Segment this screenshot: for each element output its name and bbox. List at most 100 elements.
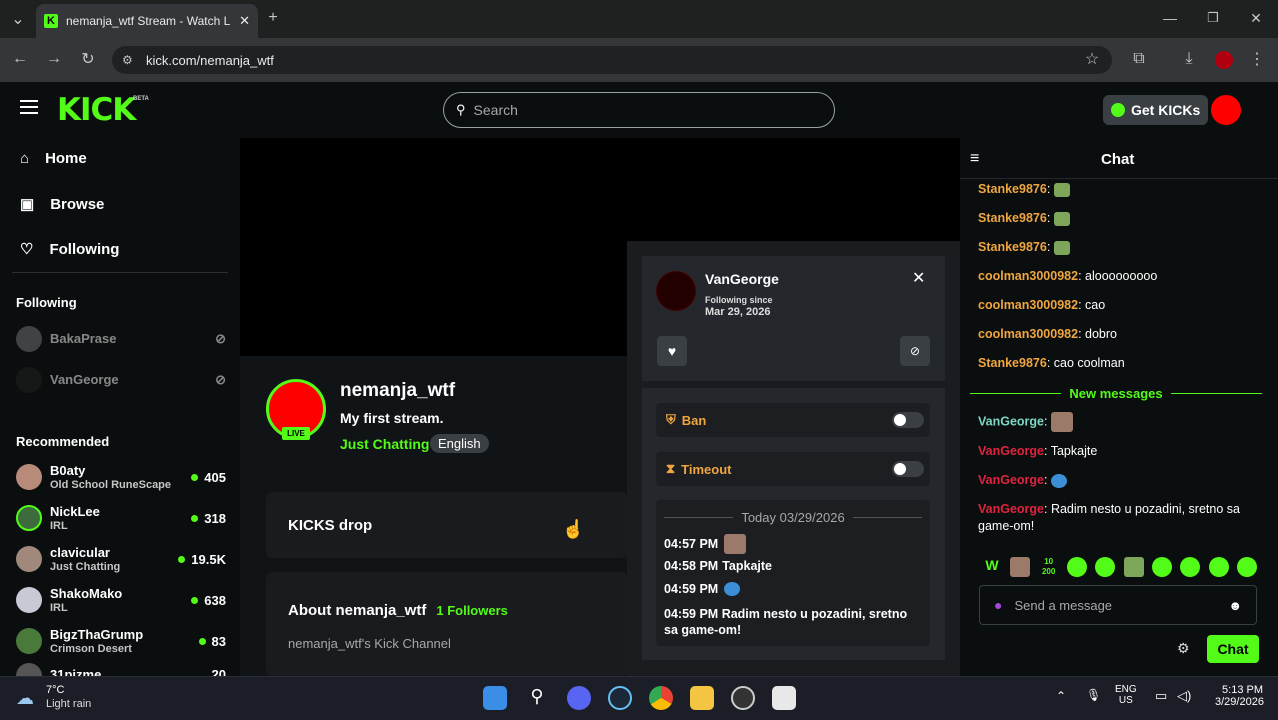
emote-soccer-icon[interactable] — [1151, 557, 1172, 577]
language-tag[interactable]: English — [430, 434, 489, 453]
extensions-icon[interactable]: ⧉ — [1127, 47, 1151, 71]
language-indicator[interactable]: ENG US — [1115, 684, 1137, 706]
history-message: 04:58 PM Tapkajte — [664, 559, 772, 573]
chat-username[interactable]: Stanke9876 — [978, 211, 1047, 225]
recommended-section-title: Recommended — [16, 434, 110, 449]
emote-face-icon[interactable] — [1010, 557, 1031, 577]
recommended-channel[interactable]: 31pizme 20 — [16, 663, 226, 676]
app-icon[interactable] — [731, 686, 755, 710]
close-icon[interactable]: ✕ — [912, 268, 925, 288]
microphone-icon[interactable]: ● — [994, 597, 1002, 613]
recommended-channel[interactable]: clavicular Just Chatting 19.5K — [16, 540, 226, 578]
downloads-icon[interactable]: ⤓ — [1177, 47, 1201, 71]
collapse-chat-icon[interactable]: ≡ — [970, 150, 979, 168]
follow-heart-button[interactable]: ♥ — [657, 336, 687, 366]
chat-username[interactable]: VanGeorge — [978, 414, 1044, 428]
ban-toggle[interactable] — [892, 412, 924, 428]
sidebar-item-following[interactable]: ♡ Following — [20, 240, 119, 259]
reload-icon[interactable]: ↻ — [76, 47, 100, 71]
emote-1000-icon[interactable]: 10 200 — [1039, 557, 1059, 577]
following-channel[interactable]: BakaPrase ⊘ — [16, 320, 226, 358]
timeout-toggle[interactable] — [892, 461, 924, 477]
emote-smile-icon[interactable] — [1066, 557, 1087, 577]
clock-date: 3/29/2026 — [1215, 696, 1264, 708]
address-bar[interactable]: ⚙ kick.com/nemanja_wtf — [112, 46, 1112, 74]
kick-logo[interactable]: KICK — [57, 93, 136, 127]
get-kicks-label: Get KICKs — [1131, 102, 1201, 118]
volume-icon[interactable]: ◁) — [1177, 688, 1191, 704]
ban-row[interactable]: ⛨ Ban — [656, 403, 930, 437]
lang-top: ENG — [1115, 684, 1137, 695]
emote-headphones-icon[interactable] — [1208, 557, 1229, 577]
clock[interactable]: 5:13 PM 3/29/2026 — [1215, 684, 1264, 708]
chat-username[interactable]: Stanke9876 — [978, 182, 1047, 196]
windows-start-icon[interactable] — [483, 686, 507, 710]
tab-list-icon[interactable]: ⌄ — [6, 7, 30, 31]
channel-name: 31pizme — [50, 667, 102, 676]
mute-user-button[interactable]: ⊘ — [900, 336, 930, 366]
recommended-channel[interactable]: ShakoMako IRL 638 — [16, 581, 226, 619]
forward-icon[interactable]: → — [42, 47, 66, 71]
browser-tab[interactable]: K nemanja_wtf Stream - Watch Li ✕ — [36, 4, 258, 38]
restore-icon[interactable]: ❐ — [1201, 6, 1225, 30]
chat-message-input[interactable]: ● Send a message ☻ — [979, 585, 1257, 625]
user-avatar[interactable] — [1211, 95, 1241, 125]
timeout-row[interactable]: ⧗ Timeout — [656, 452, 930, 486]
emote-cup-icon[interactable] — [1095, 557, 1116, 577]
emote-ghost-icon[interactable] — [1236, 557, 1257, 577]
minimize-icon[interactable]: — — [1158, 6, 1182, 30]
weather-cloud-icon[interactable]: ☁ — [16, 688, 34, 709]
emote-face-icon — [1050, 412, 1073, 432]
weather-temperature[interactable]: 7°C — [46, 684, 64, 696]
new-tab-icon[interactable]: + — [261, 6, 285, 30]
show-hidden-icons-icon[interactable]: ⌃ — [1056, 689, 1066, 703]
new-messages-divider[interactable]: New messages — [970, 385, 1263, 401]
following-channel[interactable]: VanGeorge ⊘ — [16, 361, 226, 399]
chat-username[interactable]: coolman3000982 — [978, 269, 1078, 283]
taskbar-search-icon[interactable]: ⚲ — [525, 686, 549, 710]
chat-username[interactable]: Stanke9876 — [978, 240, 1047, 254]
search-input[interactable]: ⚲ Search — [443, 92, 835, 128]
channel-name: ShakoMako — [50, 586, 123, 601]
sidebar-item-browse[interactable]: ▣ Browse — [20, 195, 104, 214]
emoji-icon[interactable]: ☻ — [1228, 598, 1242, 613]
recommended-channel[interactable]: BigzThaGrump Crimson Desert 83 — [16, 622, 226, 660]
send-chat-button[interactable]: Chat — [1207, 635, 1259, 663]
close-window-icon[interactable]: ✕ — [1244, 6, 1268, 30]
emote-frog-icon[interactable] — [1123, 557, 1144, 577]
emote-grin-icon[interactable] — [1180, 557, 1201, 577]
chat-username[interactable]: Stanke9876 — [978, 356, 1047, 370]
search-icon: ⚲ — [456, 102, 466, 117]
bookmark-star-icon[interactable]: ☆ — [1080, 47, 1104, 71]
network-icon[interactable]: ▭ — [1155, 688, 1167, 704]
chat-username[interactable]: coolman3000982 — [978, 298, 1078, 312]
recommended-channel[interactable]: NickLee IRL 318 — [16, 499, 226, 537]
emote-icon — [1053, 211, 1070, 226]
chat-username[interactable]: VanGeorge — [978, 444, 1044, 458]
weather-description[interactable]: Light rain — [46, 698, 91, 710]
channel-name[interactable]: nemanja_wtf — [340, 380, 455, 402]
hamburger-menu-icon[interactable] — [20, 100, 38, 114]
chat-settings-gear-icon[interactable]: ⚙ — [1177, 640, 1190, 657]
tab-title: nemanja_wtf Stream - Watch Li — [66, 14, 232, 28]
user-card-username[interactable]: VanGeorge — [705, 271, 779, 287]
profile-avatar[interactable] — [1215, 51, 1233, 69]
discord-icon[interactable] — [567, 686, 591, 710]
app-icon[interactable] — [772, 686, 796, 710]
chat-username[interactable]: VanGeorge — [978, 502, 1044, 516]
browser-menu-icon[interactable]: ⋮ — [1245, 47, 1269, 71]
chat-username[interactable]: VanGeorge — [978, 473, 1044, 487]
steam-icon[interactable] — [608, 686, 632, 710]
recommended-channel[interactable]: B0aty Old School RuneScape 405 — [16, 458, 226, 496]
microphone-tray-icon[interactable]: 🎙 — [1086, 688, 1101, 702]
chat-username[interactable]: coolman3000982 — [978, 327, 1078, 341]
close-tab-icon[interactable]: ✕ — [239, 13, 250, 29]
file-explorer-icon[interactable] — [690, 686, 714, 710]
history-date-divider: Today 03/29/2026 — [664, 510, 922, 525]
back-icon[interactable]: ← — [8, 47, 32, 71]
sidebar-item-home[interactable]: ⌂ Home — [20, 150, 87, 167]
emote-w-icon[interactable]: W — [982, 557, 1002, 577]
site-info-icon[interactable]: ⚙ — [122, 53, 133, 67]
chrome-icon[interactable] — [649, 686, 673, 710]
stream-category-link[interactable]: Just Chatting — [340, 436, 429, 452]
